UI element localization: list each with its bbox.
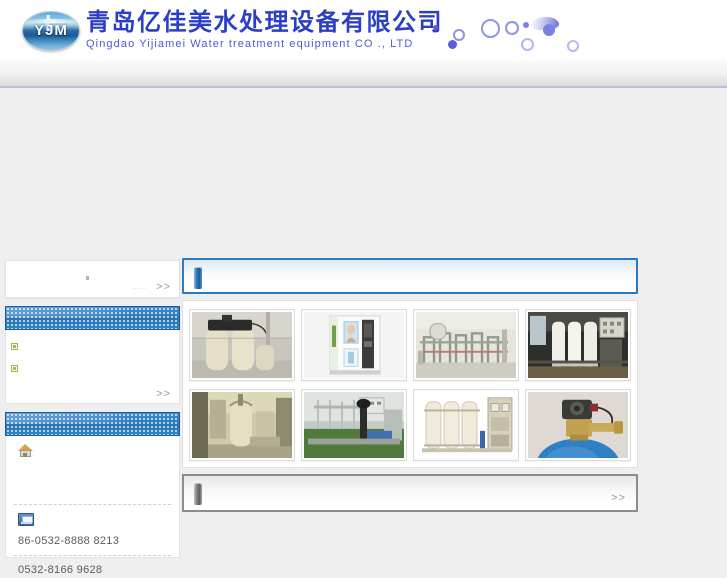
news-more-link[interactable]: >> [611, 492, 626, 504]
water-softener-twin-tanks-image [192, 312, 292, 378]
company-name-english: Qingdao Yijiamei Water treatment equipme… [86, 38, 414, 50]
sidebar-search-box[interactable]: ...... >> [5, 260, 180, 298]
square-bullet-icon [11, 365, 18, 372]
sidebar-nav-panel: >> [5, 306, 180, 404]
sidebar-contact-panel: 86-0532-8888 8213 0532-8166 9628 [5, 412, 180, 576]
product-thumb-three-tank-filter[interactable] [413, 389, 519, 461]
fax-icon [18, 513, 34, 526]
contact-panel-body: 86-0532-8888 8213 0532-8166 9628 [5, 436, 180, 576]
bubble-dot-3 [523, 22, 529, 28]
product-thumb-filtration-room[interactable] [189, 389, 295, 461]
gray-bar-marker-icon [194, 483, 202, 505]
product-thumb-ro-skid[interactable] [525, 309, 631, 381]
fax-row [12, 511, 173, 531]
logo-initials: YJM [34, 22, 68, 39]
products-panel-header [182, 258, 638, 294]
main-content: >> [182, 258, 638, 512]
phone-number-2: 0532-8166 9628 [18, 564, 103, 576]
news-panel-header: >> [182, 474, 638, 512]
main-navigation-bar[interactable] [0, 60, 727, 88]
bubble-ring-5 [567, 40, 579, 52]
product-thumb-softener-tanks[interactable] [189, 309, 295, 381]
bubble-ring-2 [481, 19, 500, 38]
square-bullet-icon [11, 343, 18, 350]
ro-system-green-floor-image [304, 392, 404, 458]
blue-tank-valve-head-image [528, 392, 628, 458]
product-thumb-blue-tank-valve[interactable] [525, 389, 631, 461]
filtration-room-tank-image [192, 392, 292, 458]
industrial-piping-plant-image [416, 312, 516, 378]
address-row [12, 442, 173, 462]
left-sidebar: ...... >> >> 86-0532-8888 8213 0532-8166… [5, 260, 180, 576]
product-thumb-piping-plant[interactable] [413, 309, 519, 381]
water-vending-machine-image [304, 312, 404, 378]
page-body: ...... >> >> 86-0532-8888 8213 0532-8166… [0, 90, 727, 576]
bubble-dot-2 [448, 40, 457, 49]
site-header: YJM 青岛亿佳美水处理设备有限公司 Qingdao Yijiamei Wate… [0, 0, 727, 60]
divider-2 [14, 555, 171, 556]
bubble-ring-3 [505, 21, 519, 35]
search-more-link[interactable]: >> [156, 281, 171, 293]
bubble-ring-4 [521, 38, 534, 51]
sidebar-item-1[interactable] [6, 336, 179, 358]
ro-membrane-skid-image [528, 312, 628, 378]
gallery-row-2 [189, 389, 631, 461]
search-placeholder-dot [86, 276, 89, 280]
search-hint-text: ...... [132, 284, 147, 291]
nav-more-link[interactable]: >> [156, 388, 171, 400]
divider-1 [14, 504, 171, 505]
phone-number-1: 86-0532-8888 8213 [18, 535, 120, 547]
company-logo[interactable]: YJM [22, 11, 84, 53]
three-tank-filter-unit-image [416, 392, 516, 458]
bubble-decoration [425, 0, 727, 60]
product-thumb-vending-machine[interactable] [301, 309, 407, 381]
nav-panel-header [5, 306, 180, 330]
gallery-row-1 [189, 309, 631, 381]
product-thumb-ro-green-floor[interactable] [301, 389, 407, 461]
bubble-dot-1 [433, 25, 438, 30]
blue-bar-marker-icon [194, 267, 202, 289]
bubble-dot-4 [543, 24, 555, 36]
home-icon [18, 444, 33, 457]
sidebar-item-2[interactable] [6, 358, 179, 380]
address-text [12, 464, 173, 498]
bubble-ring-1 [453, 29, 465, 41]
company-name-chinese: 青岛亿佳美水处理设备有限公司 [86, 8, 443, 36]
sidebar-nav-list [6, 330, 179, 380]
product-gallery [182, 300, 638, 468]
contact-panel-header [5, 412, 180, 436]
nav-panel-body: >> [5, 330, 180, 404]
